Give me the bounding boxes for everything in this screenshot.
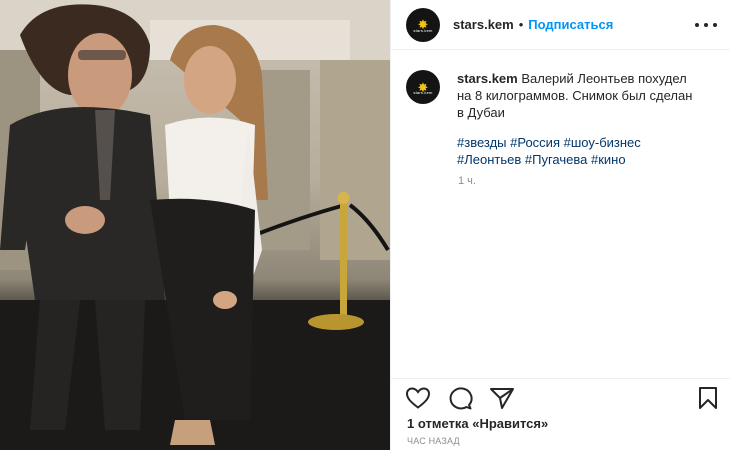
avatar-logo-text: stars.kem <box>413 27 433 33</box>
avatar[interactable]: ✸ stars.kem <box>406 7 440 42</box>
bookmark-icon[interactable] <box>697 386 719 410</box>
ellipsis-icon[interactable] <box>695 15 717 35</box>
post-side-panel: ✸ stars.kem stars.kem • Подписаться ✸ st… <box>390 0 730 450</box>
brass-post-base <box>308 314 364 330</box>
username-link[interactable]: stars.kem <box>453 17 514 32</box>
post-timestamp[interactable]: ЧАС НАЗАД <box>407 436 460 446</box>
post-header: ✸ stars.kem stars.kem • Подписаться <box>391 0 730 50</box>
post-photo[interactable] <box>0 0 390 450</box>
caption-block: ✸ stars.kem stars.kem Валерий Леонтьев п… <box>406 70 721 168</box>
hashtag-link[interactable]: #Россия <box>510 135 560 150</box>
caption-timestamp[interactable]: 1 ч. <box>458 175 476 187</box>
hashtag-list: #звезды #Россия #шоу-бизнес #Леонтьев #П… <box>457 134 697 168</box>
comment-bubble-icon[interactable] <box>447 386 473 410</box>
avatar-logo-text: stars.kem <box>413 90 433 95</box>
action-bar <box>391 378 730 418</box>
post-photo-illustration <box>0 0 390 450</box>
hashtag-link[interactable]: #звезды <box>457 135 507 150</box>
brass-post-top <box>337 192 350 204</box>
hashtag-link[interactable]: #шоу-бизнес <box>564 135 641 150</box>
separator-dot: • <box>518 17 524 32</box>
hashtag-link[interactable]: #Пугачева <box>525 152 587 167</box>
follow-button[interactable]: Подписаться <box>528 17 613 32</box>
likes-count[interactable]: 1 отметка «Нравится» <box>407 416 548 431</box>
avatar[interactable]: ✸ stars.kem <box>406 70 440 104</box>
paper-plane-icon[interactable] <box>489 386 515 410</box>
wall-column <box>320 60 390 260</box>
caption-username-link[interactable]: stars.kem <box>457 71 518 86</box>
hashtag-link[interactable]: #кино <box>591 152 626 167</box>
brass-post <box>340 200 347 318</box>
hashtag-link[interactable]: #Леонтьев <box>457 152 521 167</box>
caption: stars.kem Валерий Леонтьев похудел на 8 … <box>457 70 697 168</box>
heart-outline-icon[interactable] <box>405 386 431 410</box>
